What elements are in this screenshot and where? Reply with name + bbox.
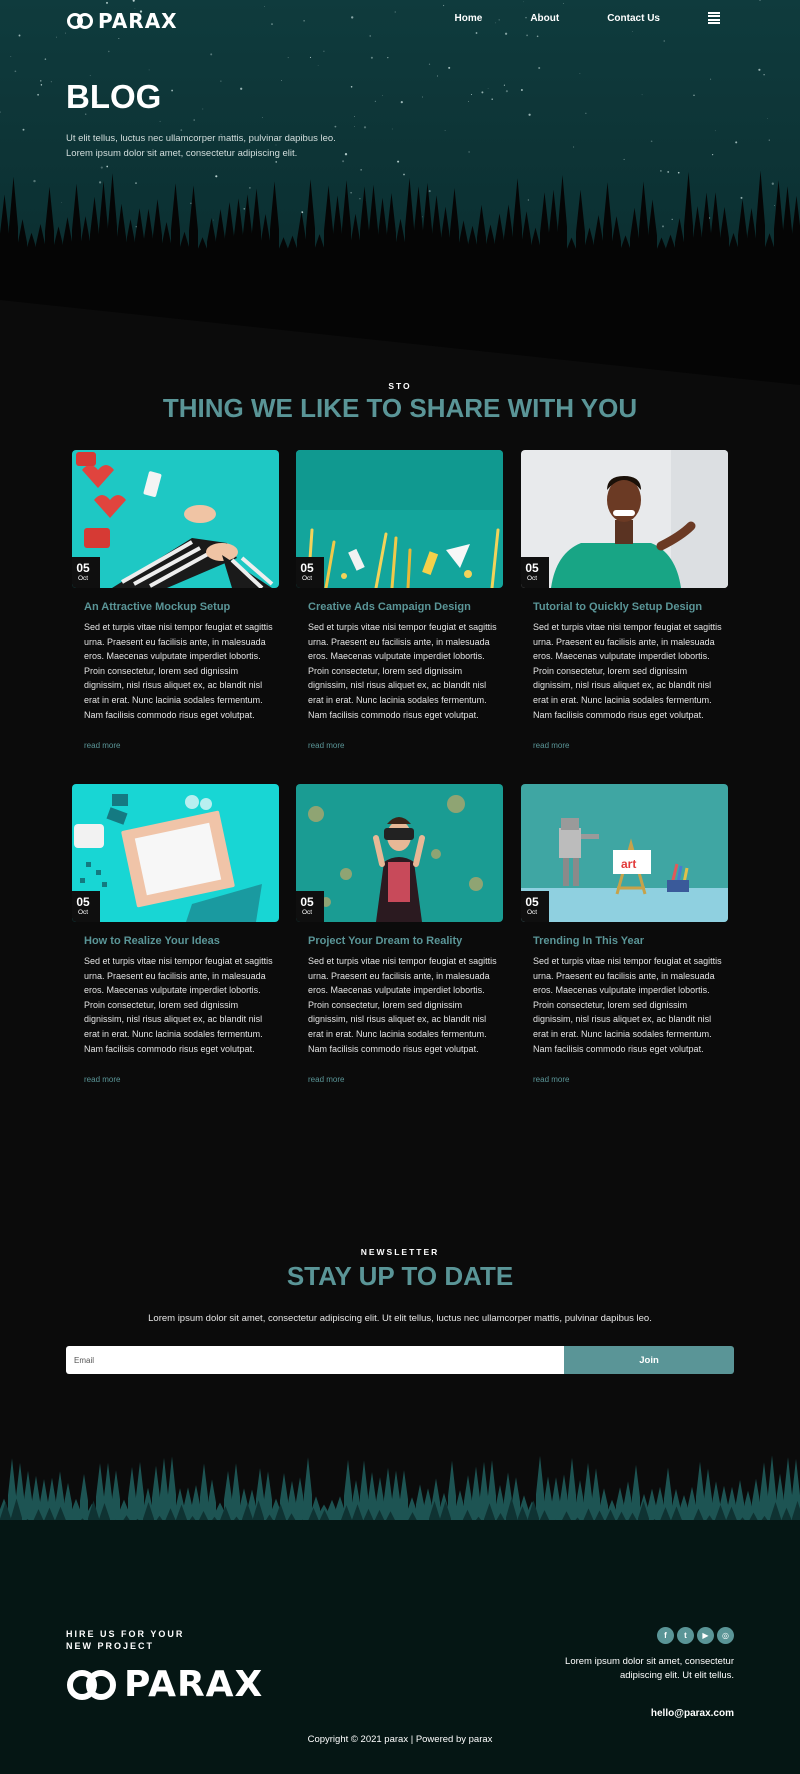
post-thumbnail[interactable]: 05 Oct (72, 450, 279, 588)
post-date-badge: 05 Oct (296, 557, 324, 588)
main-nav: Home About Contact Us (455, 12, 720, 24)
post-title[interactable]: Tutorial to Quickly Setup Design (533, 601, 702, 613)
blog-card[interactable]: art 05 Oct Trending In This Year Sed et … (521, 784, 728, 1084)
blog-card[interactable]: 05 Oct Project Your Dream to Reality Sed… (296, 784, 503, 1084)
page-title: BLOG (66, 78, 162, 115)
blog-card[interactable]: 05 Oct Creative Ads Campaign Design Sed … (296, 450, 503, 750)
footer-forest-silhouette (0, 1455, 800, 1530)
post-title[interactable]: Project Your Dream to Reality (308, 935, 462, 947)
post-title[interactable]: An Attractive Mockup Setup (84, 601, 230, 613)
footer-email-link[interactable]: hello@parax.com (651, 1708, 734, 1719)
post-date-badge: 05 Oct (72, 557, 100, 588)
blog-card[interactable]: 05 Oct Tutorial to Quickly Setup Design … (521, 450, 728, 750)
post-excerpt: Sed et turpis vitae nisi tempor feugiat … (84, 956, 273, 1054)
nav-home[interactable]: Home (455, 13, 483, 24)
facebook-icon[interactable]: f (657, 1627, 674, 1644)
post-date-badge: 05 Oct (521, 891, 549, 922)
post-excerpt: Sed et turpis vitae nisi tempor feugiat … (308, 956, 497, 1054)
post-thumbnail[interactable]: 05 Oct (296, 450, 503, 588)
blog-card[interactable]: 05 Oct How to Realize Your Ideas Sed et … (72, 784, 279, 1084)
logo-mark-icon (67, 13, 93, 29)
post-date-badge: 05 Oct (72, 891, 100, 922)
post-excerpt: Sed et turpis vitae nisi tempor feugiat … (533, 622, 722, 720)
read-more-link[interactable]: read more (84, 1075, 120, 1084)
hero-section: PARAX Home About Contact Us BLOG Ut elit… (0, 0, 800, 400)
read-more-link[interactable]: read more (84, 741, 120, 750)
newsletter-form: Join (66, 1346, 734, 1374)
join-button[interactable]: Join (564, 1346, 734, 1374)
email-input[interactable] (66, 1346, 564, 1374)
logo-wordmark: PARAX (124, 1664, 264, 1705)
post-title[interactable]: How to Realize Your Ideas (84, 935, 220, 947)
hamburger-icon[interactable] (708, 12, 720, 24)
newsletter-subtitle: Lorem ipsum dolor sit amet, consectetur … (148, 1313, 652, 1324)
post-excerpt: Sed et turpis vitae nisi tempor feugiat … (84, 622, 273, 720)
footer-eyebrow: HIRE US FOR YOUR NEW PROJECT (66, 1629, 185, 1651)
post-thumbnail[interactable]: art 05 Oct (521, 784, 728, 922)
blog-eyebrow: STO (388, 381, 412, 391)
site-logo[interactable]: PARAX (66, 9, 178, 33)
footer-description: Lorem ipsum dolor sit amet, consectetur … (565, 1656, 734, 1681)
blog-card[interactable]: 05 Oct An Attractive Mockup Setup Sed et… (72, 450, 279, 750)
read-more-link[interactable]: read more (308, 741, 344, 750)
youtube-icon[interactable]: ▶ (697, 1627, 714, 1644)
read-more-link[interactable]: read more (533, 1075, 569, 1084)
post-excerpt: Sed et turpis vitae nisi tempor feugiat … (308, 622, 497, 720)
dribbble-icon[interactable]: ◎ (717, 1627, 734, 1644)
post-thumbnail[interactable]: 05 Oct (521, 450, 728, 588)
post-title[interactable]: Trending In This Year (533, 935, 644, 947)
blog-section-title: THING WE LIKE TO SHARE WITH YOU (162, 393, 638, 423)
nav-about[interactable]: About (530, 13, 559, 24)
read-more-link[interactable]: read more (533, 741, 569, 750)
post-thumbnail[interactable]: 05 Oct (296, 784, 503, 922)
svg-text:art: art (621, 857, 636, 871)
hero-subtitle: Ut elit tellus, luctus nec ullamcorper m… (66, 133, 336, 159)
logo-wordmark: PARAX (98, 9, 178, 33)
post-thumbnail[interactable]: 05 Oct (72, 784, 279, 922)
post-excerpt: Sed et turpis vitae nisi tempor feugiat … (533, 956, 722, 1054)
copyright: Copyright © 2021 parax | Powered by para… (307, 1734, 493, 1745)
post-date-badge: 05 Oct (521, 557, 549, 588)
post-title[interactable]: Creative Ads Campaign Design (308, 601, 471, 613)
forest-silhouette (0, 170, 800, 400)
footer-logo[interactable]: PARAX (66, 1664, 263, 1705)
nav-contact-us[interactable]: Contact Us (607, 13, 660, 24)
logo-mark-icon (67, 1669, 116, 1700)
social-links: f t ▶ ◎ (657, 1627, 734, 1644)
read-more-link[interactable]: read more (308, 1075, 344, 1084)
twitter-icon[interactable]: t (677, 1627, 694, 1644)
newsletter-title: STAY UP TO DATE (286, 1261, 514, 1291)
newsletter-eyebrow: NEWSLETTER (360, 1247, 440, 1257)
post-date-badge: 05 Oct (296, 891, 324, 922)
